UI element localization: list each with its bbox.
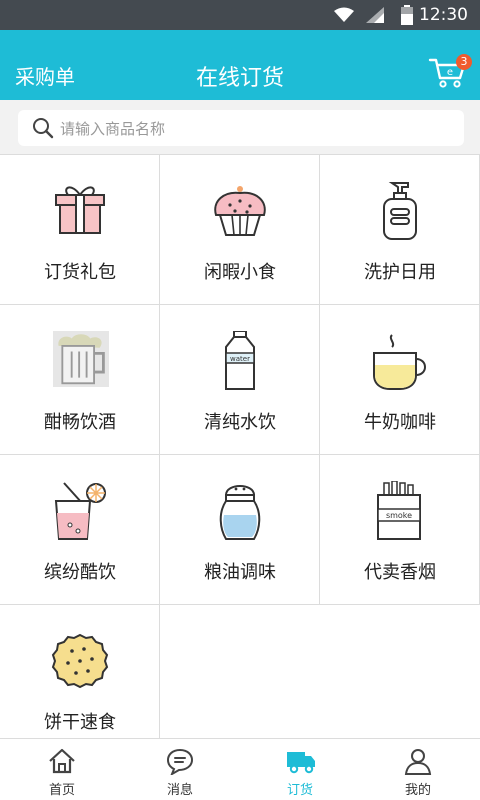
category-label: 牛奶咖啡: [364, 412, 436, 433]
beer-mug-icon: [53, 331, 109, 387]
message-icon: [166, 748, 194, 775]
battery-icon: [401, 5, 413, 25]
gift-icon: [55, 186, 105, 234]
coffee-cup-icon: [373, 334, 426, 390]
status-time: 12:30: [419, 5, 468, 25]
signal-icon: [366, 7, 384, 23]
category-daily-care[interactable]: 洗护日用: [320, 155, 480, 305]
category-milk-coffee[interactable]: 牛奶咖啡: [320, 305, 480, 455]
category-biscuits[interactable]: 饼干速食: [0, 605, 160, 755]
category-label: 酣畅饮酒: [44, 412, 116, 433]
tab-label: 我的: [404, 783, 431, 798]
category-label: 粮油调味: [204, 562, 276, 583]
category-snacks[interactable]: 闲暇小食: [160, 155, 320, 305]
salt-shaker-icon: [219, 485, 261, 540]
cupcake-icon: [214, 186, 266, 236]
svg-text:e: e: [447, 67, 453, 78]
category-beer[interactable]: 酣畅饮酒: [0, 305, 160, 455]
bottom-tab-bar: 首页 消息 订货 我的: [0, 738, 480, 800]
category-cold-drinks[interactable]: 缤纷酷饮: [0, 455, 160, 605]
tab-order[interactable]: 订货: [240, 739, 360, 800]
search-icon: [33, 118, 54, 139]
tab-label: 消息: [166, 783, 193, 798]
cookie-icon: [51, 633, 109, 689]
cigarette-pack-icon: smoke: [377, 481, 421, 540]
category-label: 饼干速食: [44, 712, 116, 733]
app-header: 采购单 在线订货: [0, 30, 480, 100]
category-label: 代卖香烟: [364, 562, 436, 583]
category-label: 订货礼包: [44, 262, 116, 283]
water-bottle-icon: water: [225, 331, 255, 390]
cart-badge: 3: [456, 54, 472, 70]
svg-text:smoke: smoke: [386, 511, 412, 520]
category-label: 清纯水饮: [204, 412, 276, 433]
tab-profile[interactable]: 我的: [358, 739, 478, 800]
category-label: 缤纷酷饮: [44, 562, 116, 583]
category-cigarettes[interactable]: smoke 代卖香烟: [320, 455, 480, 605]
category-gift[interactable]: 订货礼包: [0, 155, 160, 305]
category-label: 闲暇小食: [204, 262, 276, 283]
category-water[interactable]: water 清纯水饮: [160, 305, 320, 455]
juice-drink-icon: [54, 482, 106, 540]
category-grain-oil[interactable]: 粮油调味: [160, 455, 320, 605]
tab-label: 订货: [286, 783, 313, 798]
truck-icon: [287, 752, 315, 774]
category-label: 洗护日用: [364, 262, 436, 283]
user-icon: [404, 749, 432, 775]
page-title: 在线订货: [195, 66, 284, 91]
svg-text:water: water: [230, 355, 250, 363]
wifi-icon: [334, 7, 354, 22]
category-grid: 订货礼包 闲暇小食 洗护日用 酣畅饮酒 water 清纯水饮 牛奶咖啡 缤纷酷饮…: [0, 154, 480, 755]
lotion-bottle-icon: [383, 182, 417, 240]
search-input[interactable]: 请输入商品名称: [18, 110, 464, 146]
tab-home[interactable]: 首页: [2, 739, 122, 800]
tab-messages[interactable]: 消息: [120, 739, 240, 800]
search-placeholder: 请输入商品名称: [60, 120, 166, 138]
home-icon: [49, 748, 75, 774]
tab-label: 首页: [48, 783, 75, 798]
status-bar: 12:30: [0, 0, 480, 30]
